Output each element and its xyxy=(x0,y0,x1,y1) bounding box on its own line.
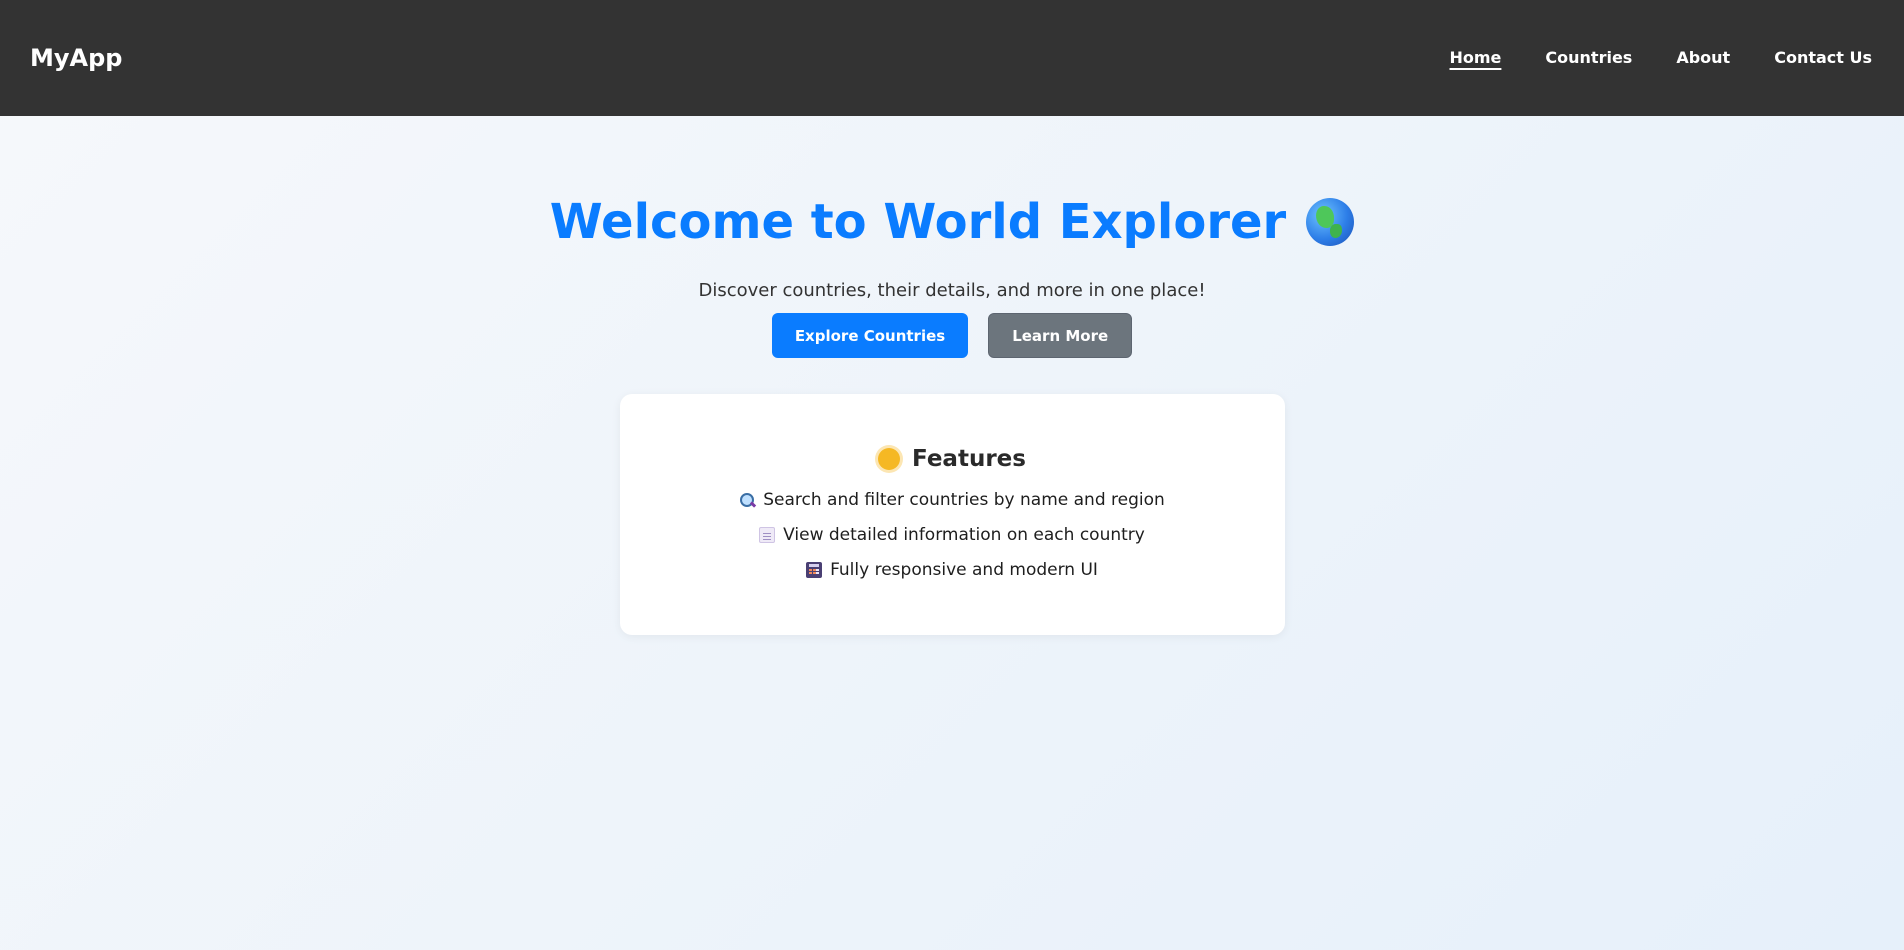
nav-link-contact-us[interactable]: Contact Us xyxy=(1774,48,1872,69)
magnifier-icon xyxy=(739,492,755,508)
nav-links: Home Countries About Contact Us xyxy=(1450,48,1875,69)
brand-logo[interactable]: MyApp xyxy=(30,44,122,72)
globe-icon xyxy=(1306,198,1355,246)
nav-link-home[interactable]: Home xyxy=(1450,48,1502,69)
list-item: Fully responsive and modern UI xyxy=(806,558,1098,582)
feature-text: Search and filter countries by name and … xyxy=(763,490,1165,510)
features-title: Features xyxy=(878,446,1026,472)
explore-countries-button[interactable]: Explore Countries xyxy=(771,313,969,358)
hero-buttons: Explore Countries Learn More xyxy=(771,313,1133,358)
learn-more-button[interactable]: Learn More xyxy=(988,313,1133,358)
navbar: MyApp Home Countries About Contact Us xyxy=(0,0,1904,116)
feature-text: View detailed information on each countr… xyxy=(783,525,1145,545)
sun-icon xyxy=(878,448,901,470)
feature-list: Search and filter countries by name and … xyxy=(739,488,1165,582)
list-item: Search and filter countries by name and … xyxy=(739,488,1165,512)
nav-link-countries[interactable]: Countries xyxy=(1545,48,1632,69)
nav-link-about[interactable]: About xyxy=(1676,48,1730,69)
features-card: Features Search and filter countries by … xyxy=(619,394,1285,635)
hero-section: Welcome to World Explorer Discover count… xyxy=(0,116,1904,635)
hero-title: Welcome to World Explorer xyxy=(549,192,1355,252)
features-title-text: Features xyxy=(912,446,1026,472)
document-icon xyxy=(759,527,776,543)
hero-title-text: Welcome to World Explorer xyxy=(549,194,1287,250)
list-item: View detailed information on each countr… xyxy=(759,523,1145,547)
hero-subtitle: Discover countries, their details, and m… xyxy=(698,280,1206,301)
calculator-icon xyxy=(806,562,823,578)
feature-text: Fully responsive and modern UI xyxy=(830,560,1098,580)
